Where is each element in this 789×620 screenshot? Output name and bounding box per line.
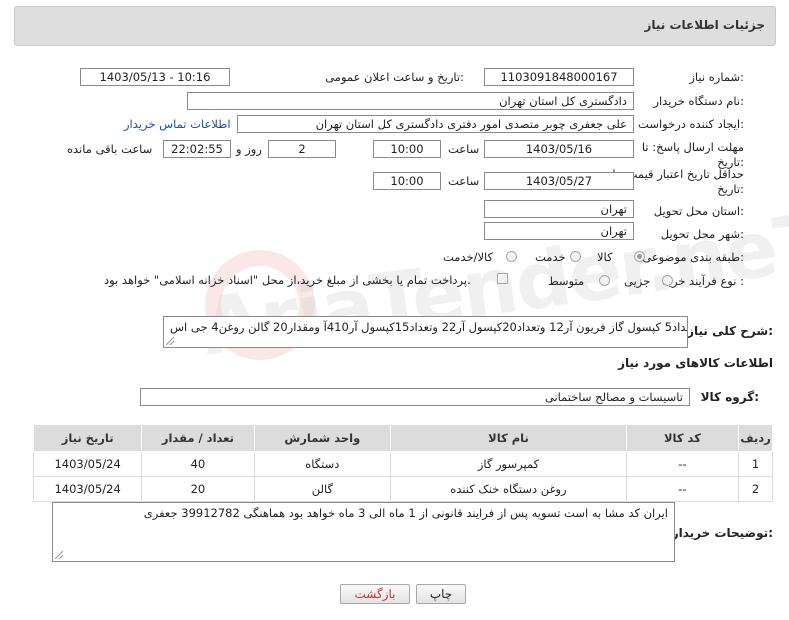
announce-field[interactable]: 1403/05/13 - 10:16 <box>80 68 230 86</box>
cell-code: -- <box>625 476 740 502</box>
header-panel: جزئیات اطلاعات نیاز <box>14 6 776 46</box>
col-header-unit: واحد شمارش <box>253 424 392 452</box>
cell-row: 2 <box>738 476 773 502</box>
cell-unit: دستگاه <box>253 451 392 477</box>
city-field[interactable]: تهران <box>484 222 634 240</box>
buyer-notes-text: ایران کد مشا به است تسویه پس از فرایند ق… <box>143 506 668 520</box>
process-radio-medium[interactable] <box>599 275 610 286</box>
cell-date: 1403/05/24 <box>32 476 143 502</box>
process-label: نوع فرآیند خرید : <box>662 274 744 288</box>
deadline-days-field[interactable]: 2 <box>268 140 336 158</box>
announce-label: تاریخ و ساعت اعلان عمومی: <box>325 70 464 84</box>
cell-date: 1403/05/24 <box>32 451 143 477</box>
goods-group-field[interactable]: تاسیسات و مصالح ساختمانی <box>140 388 690 406</box>
need-number-label: شماره نیاز: <box>689 70 744 84</box>
resize-grip-icon[interactable] <box>166 337 174 345</box>
col-header-date: تاریخ نیاز <box>32 424 143 452</box>
cell-code: -- <box>625 451 740 477</box>
process-option-minor: جزیی <box>624 274 651 288</box>
table-row[interactable]: 2 -- روغن دستگاه خنک کننده گالن 20 1403/… <box>32 476 773 502</box>
resize-grip-icon[interactable] <box>55 551 63 559</box>
buyer-label: نام دستگاه خریدار: <box>653 94 744 108</box>
category-radio-service[interactable] <box>570 251 581 262</box>
buyer-notes-textarea[interactable]: ایران کد مشا به است تسویه پس از فرایند ق… <box>52 502 675 562</box>
province-label: استان محل تحویل: <box>653 204 744 218</box>
treasury-payment-note: پرداخت تمام یا بخشی از مبلغ خرید،از محل … <box>104 273 471 287</box>
cell-qty: 40 <box>141 451 255 477</box>
category-label: طبقه بندی موضوعی: <box>642 250 744 264</box>
table-header-row: ردیف کد کالا نام کالا واحد شمارش تعداد /… <box>32 424 773 452</box>
goods-info-title: اطلاعات کالاهای مورد نیاز <box>618 356 773 370</box>
category-radio-goods-service[interactable] <box>506 251 517 262</box>
category-option-goods-service: کالا/خدمت <box>443 250 494 264</box>
page-title: جزئیات اطلاعات نیاز <box>644 18 765 32</box>
province-field[interactable]: تهران <box>484 200 634 218</box>
buyer-contact-link[interactable]: اطلاعات تماس خریدار <box>124 117 231 131</box>
category-option-goods: کالا <box>597 250 613 264</box>
cell-name: روغن دستگاه خنک کننده <box>390 476 627 502</box>
deadline-time-label: ساعت <box>448 142 480 156</box>
validity-time-label: ساعت <box>448 174 480 188</box>
description-text: تعداد5 کپسول گاز فریون آر12 وتعداد20کپسو… <box>170 320 687 334</box>
treasury-payment-checkbox[interactable] <box>497 273 508 284</box>
cell-name: کمپرسور گاز <box>390 451 627 477</box>
need-number-field[interactable]: 1103091848000167 <box>484 68 634 86</box>
validity-date-field[interactable]: 1403/05/27 <box>484 172 634 190</box>
deadline-label-line1: مهلت ارسال پاسخ: تا <box>641 140 744 154</box>
creator-label: ایجاد کننده درخواست: <box>638 117 744 131</box>
category-option-service: خدمت <box>535 250 566 264</box>
deadline-remaining-field[interactable]: 22:02:55 <box>163 140 231 158</box>
print-button[interactable]: چاپ <box>416 584 466 604</box>
process-radio-minor[interactable] <box>662 275 673 286</box>
description-textarea[interactable]: تعداد5 کپسول گاز فریون آر12 وتعداد20کپسو… <box>163 316 688 348</box>
goods-group-label: گروه کالا: <box>700 390 759 404</box>
cell-unit: گالن <box>253 476 392 502</box>
validity-label-line2: تاریخ: <box>717 182 744 196</box>
cell-qty: 20 <box>141 476 255 502</box>
items-table: ردیف کد کالا نام کالا واحد شمارش تعداد /… <box>32 424 773 502</box>
description-label: شرح کلی نیاز: <box>687 324 773 338</box>
category-radio-goods[interactable] <box>634 251 645 262</box>
col-header-row: ردیف <box>738 424 773 452</box>
city-label: شهر محل تحویل: <box>660 227 744 241</box>
deadline-days-label: روز و <box>236 142 262 156</box>
deadline-date-field[interactable]: 1403/05/16 <box>484 140 634 158</box>
col-header-qty: تعداد / مقدار <box>141 424 255 452</box>
table-row[interactable]: 1 -- کمپرسور گاز دستگاه 40 1403/05/24 <box>32 451 773 477</box>
deadline-remaining-label: ساعت باقی مانده <box>67 142 153 156</box>
creator-field[interactable]: علی جعفری چوبر متصدی امور دفتری دادگستری… <box>237 115 634 133</box>
back-button[interactable]: بازگشت <box>340 584 410 604</box>
process-option-medium: متوسط <box>548 274 585 288</box>
validity-time-field[interactable]: 10:00 <box>373 172 441 190</box>
col-header-name: نام کالا <box>390 424 627 452</box>
deadline-time-field[interactable]: 10:00 <box>373 140 441 158</box>
buyer-notes-label: توضیحات خریدار: <box>671 526 773 540</box>
cell-row: 1 <box>738 451 773 477</box>
col-header-code: کد کالا <box>625 424 740 452</box>
buyer-field[interactable]: دادگستری کل استان تهران <box>187 92 634 110</box>
